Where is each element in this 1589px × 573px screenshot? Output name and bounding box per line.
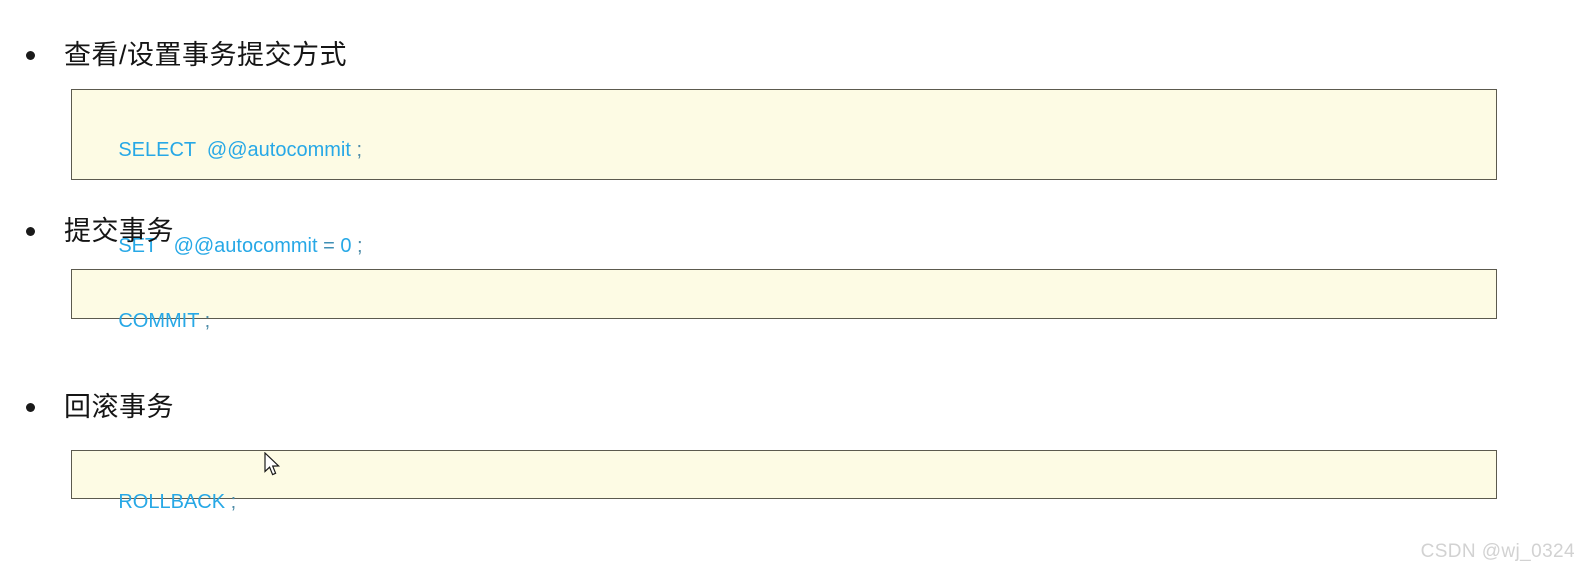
bullet-dot-icon (26, 50, 35, 60)
code-line: COMMIT ; (85, 282, 1496, 360)
bullet-dot-icon (26, 402, 35, 412)
code-block-autocommit: SELECT @@autocommit ; SET @@autocommit =… (71, 89, 1497, 257)
sql-keyword: SELECT (118, 139, 196, 161)
code-block-rollback: ROLLBACK ; (71, 450, 1497, 513)
sql-terminator: ; (199, 310, 211, 332)
sql-variable: @@autocommit (206, 139, 351, 161)
bullet-item-commit: 提交事务 (26, 214, 174, 248)
bullet-label: 提交事务 (64, 216, 174, 246)
sql-terminator: ; (351, 235, 363, 257)
bullet-label: 查看/设置事务提交方式 (64, 40, 348, 70)
sql-terminator: ; (350, 139, 363, 161)
sql-variable: @@autocommit (173, 235, 318, 257)
bullet-item-rollback: 回滚事务 (26, 390, 174, 424)
code-block-commit: COMMIT ; (71, 269, 1497, 332)
sql-value: 0 (340, 235, 352, 257)
code-line: SELECT @@autocommit ; (85, 102, 1496, 198)
sql-operator: = (317, 235, 341, 257)
sql-gap (196, 139, 207, 161)
watermark-text: CSDN @wj_0324 (1420, 541, 1575, 562)
slide-canvas: 查看/设置事务提交方式 SELECT @@autocommit ; SET @@… (0, 0, 1589, 573)
sql-keyword: COMMIT (118, 310, 200, 332)
sql-keyword: ROLLBACK (118, 491, 226, 513)
bullet-item-view-set-autocommit: 查看/设置事务提交方式 (26, 38, 347, 72)
code-line: ROLLBACK ; (85, 463, 1496, 541)
bullet-dot-icon (26, 226, 35, 236)
sql-terminator: ; (225, 491, 237, 513)
bullet-label: 回滚事务 (64, 392, 174, 422)
